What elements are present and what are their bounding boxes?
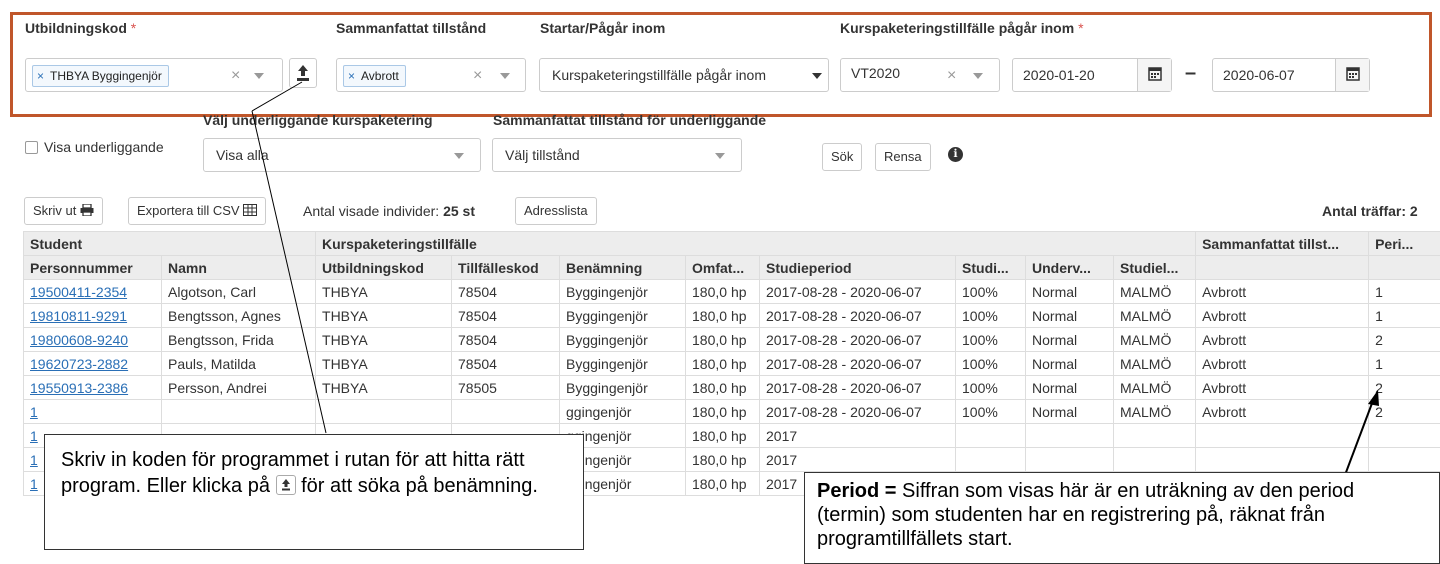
right-arrowhead <box>1368 390 1379 406</box>
left-pointer-line <box>251 81 303 112</box>
upload-icon <box>275 475 296 495</box>
callout-period: Period = Siffran som visas här är en utr… <box>804 472 1440 564</box>
callout-program-search: Skriv in koden för programmet i rutan fö… <box>44 434 584 550</box>
left-pointer-line-2 <box>251 110 327 434</box>
right-pointer-line <box>1344 397 1375 476</box>
